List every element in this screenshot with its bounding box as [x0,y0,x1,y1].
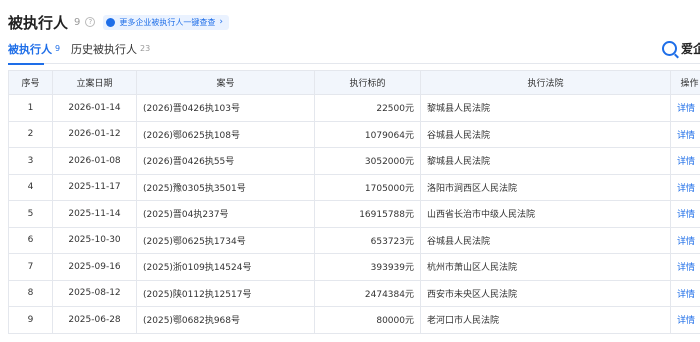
tab-executed[interactable]: 被执行人 9 [8,40,61,65]
cell-date: 2025-09-16 [52,253,137,281]
active-tab-indicator [8,63,44,65]
cell-court: 洛阳市涧西区人民法院 [420,173,671,201]
cell-date: 2026-01-12 [52,120,137,148]
cell-case-no: (2026)晋0426执103号 [136,94,315,122]
detail-link[interactable]: 详情 [670,279,700,307]
promo-link[interactable]: 更多企业被执行人一键查查 › [103,14,229,30]
title-count: 9 [74,16,81,28]
cell-amount: 22500元 [314,94,421,122]
column-header-amount: 执行标的 [314,70,421,95]
cell-court: 谷城县人民法院 [420,120,671,148]
detail-link[interactable]: 详情 [670,306,700,334]
cell-amount: 3052000元 [314,147,421,175]
table-row: 6 2025-10-30 (2025)鄂0625执1734号 653723元 谷… [8,226,700,254]
detail-link[interactable]: 详情 [670,226,700,254]
cell-case-no: (2025)鄂0682执968号 [136,306,315,334]
chevron-right-icon: › [219,17,223,27]
cell-date: 2025-06-28 [52,306,137,334]
column-header-court: 执行法院 [420,70,671,95]
cell-court: 老河口市人民法院 [420,306,671,334]
brand-badge[interactable]: 爱企 [662,40,700,56]
search-logo-icon [662,40,677,56]
table-row: 2 2026-01-12 (2026)鄂0625执108号 1079064元 谷… [8,120,700,148]
detail-link[interactable]: 详情 [670,173,700,201]
detail-link[interactable]: 详情 [670,120,700,148]
cell-index: 2 [8,120,53,148]
promo-text: 更多企业被执行人一键查查 [119,17,216,27]
detail-link[interactable]: 详情 [670,147,700,175]
cell-case-no: (2026)晋0426执55号 [136,147,315,175]
cell-court: 西安市未央区人民法院 [420,279,671,307]
tab-history-executed[interactable]: 历史被执行人 23 [71,40,150,64]
cell-case-no: (2025)豫0305执3501号 [136,173,315,201]
cell-case-no: (2025)陕0112执12517号 [136,279,315,307]
cell-court: 黎城县人民法院 [420,94,671,122]
cell-amount: 393939元 [314,253,421,281]
promo-icon [106,17,116,27]
executed-table: 序号 立案日期 案号 执行标的 执行法院 操作 1 2026-01-14 (20… [8,70,700,334]
table-row: 9 2025-06-28 (2025)鄂0682执968号 80000元 老河口… [8,306,700,334]
detail-link[interactable]: 详情 [670,200,700,228]
cell-case-no: (2025)鄂0625执1734号 [136,226,315,254]
cell-amount: 80000元 [314,306,421,334]
cell-case-no: (2026)鄂0625执108号 [136,120,315,148]
cell-amount: 2474384元 [314,279,421,307]
cell-date: 2025-11-17 [52,173,137,201]
tab-label: 被执行人 [8,43,52,56]
tab-count: 23 [140,44,151,53]
cell-index: 8 [8,279,53,307]
cell-amount: 653723元 [314,226,421,254]
cell-date: 2025-10-30 [52,226,137,254]
table-row: 7 2025-09-16 (2025)浙0109执14524号 393939元 … [8,253,700,281]
detail-link[interactable]: 详情 [670,94,700,122]
help-icon[interactable]: ? [85,17,96,27]
cell-amount: 1079064元 [314,120,421,148]
cell-court: 谷城县人民法院 [420,226,671,254]
column-header-case-no: 案号 [136,70,315,95]
table-row: 8 2025-08-12 (2025)陕0112执12517号 2474384元… [8,279,700,307]
cell-index: 3 [8,147,53,175]
cell-index: 6 [8,226,53,254]
tab-count: 9 [55,44,61,53]
brand-text: 爱企 [681,41,700,56]
table-header-row: 序号 立案日期 案号 执行标的 执行法院 操作 [8,70,700,95]
page-header: 被执行人 9 ? 更多企业被执行人一键查查 › [8,12,229,32]
column-header-date: 立案日期 [52,70,137,95]
cell-court: 山西省长治市中级人民法院 [420,200,671,228]
cell-amount: 16915788元 [314,200,421,228]
tab-bar: 被执行人 9 历史被执行人 23 [8,40,700,65]
cell-index: 9 [8,306,53,334]
cell-case-no: (2025)浙0109执14524号 [136,253,315,281]
tab-label: 历史被执行人 [71,43,137,56]
column-header-index: 序号 [8,70,53,95]
cell-date: 2026-01-14 [52,94,137,122]
table-row: 4 2025-11-17 (2025)豫0305执3501号 1705000元 … [8,173,700,201]
table-row: 1 2026-01-14 (2026)晋0426执103号 22500元 黎城县… [8,94,700,122]
cell-case-no: (2025)晋04执237号 [136,200,315,228]
cell-court: 黎城县人民法院 [420,147,671,175]
column-header-action: 操作 [670,70,700,95]
cell-date: 2026-01-08 [52,147,137,175]
cell-amount: 1705000元 [314,173,421,201]
table-row: 5 2025-11-14 (2025)晋04执237号 16915788元 山西… [8,200,700,228]
cell-date: 2025-11-14 [52,200,137,228]
cell-index: 4 [8,173,53,201]
cell-court: 杭州市萧山区人民法院 [420,253,671,281]
cell-date: 2025-08-12 [52,279,137,307]
table-row: 3 2026-01-08 (2026)晋0426执55号 3052000元 黎城… [8,147,700,175]
page-title: 被执行人 [8,13,69,32]
cell-index: 7 [8,253,53,281]
cell-index: 5 [8,200,53,228]
cell-index: 1 [8,94,53,122]
detail-link[interactable]: 详情 [670,253,700,281]
